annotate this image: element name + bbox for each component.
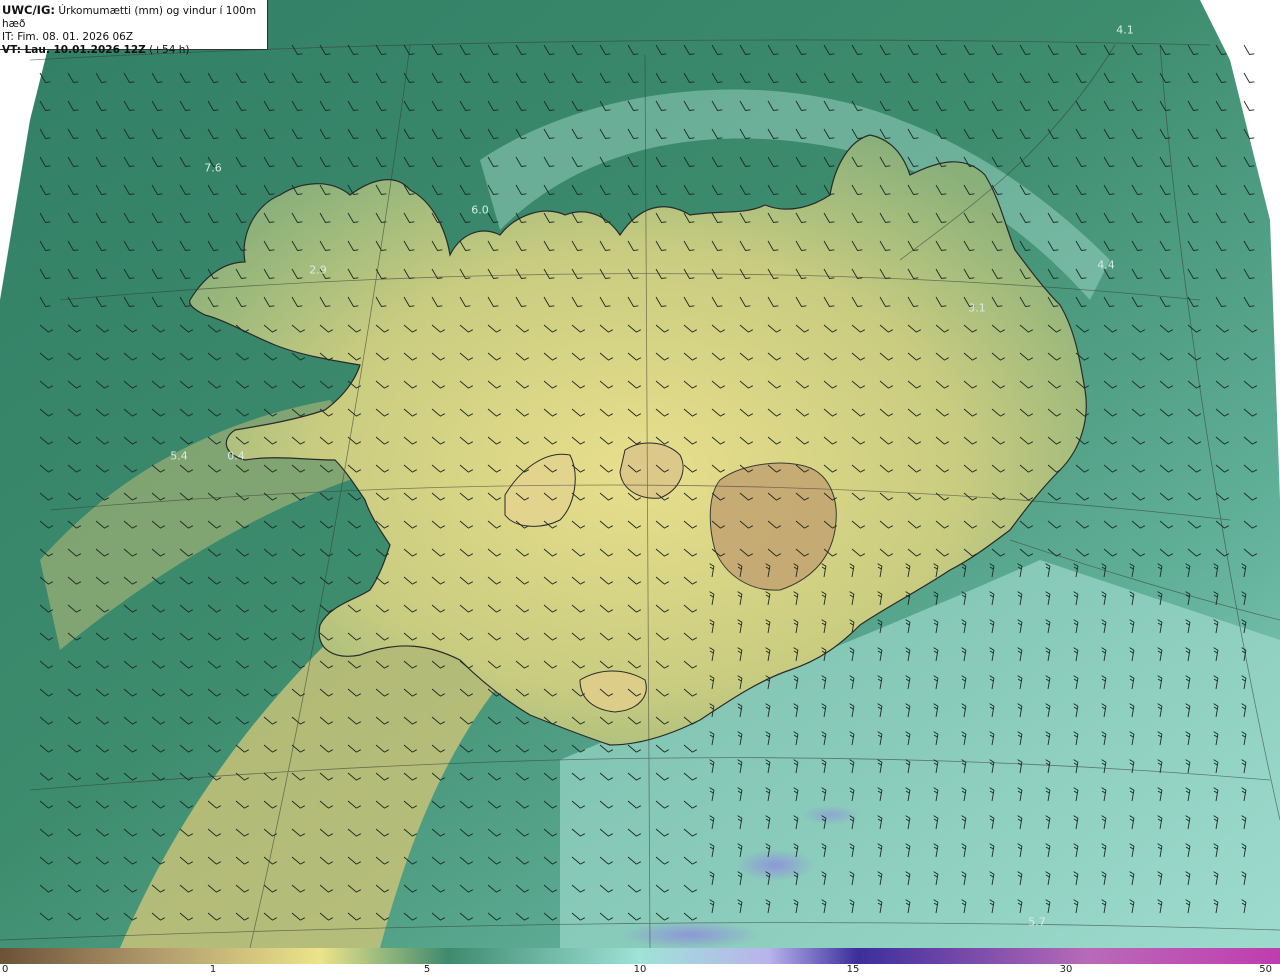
colorbar-tick-label: 1 xyxy=(209,964,217,975)
colorbar-tick-label: 30 xyxy=(1059,964,1073,975)
map-value-label: 4.4 xyxy=(1097,258,1115,272)
map-value-label: 7.6 xyxy=(204,161,222,175)
map-value-label: 4.1 xyxy=(1116,23,1134,37)
header-valid-time: VT: Lau. 10.01.2026 12Z (+54 h) xyxy=(2,44,190,56)
precipitation-map xyxy=(0,0,1280,948)
header-title: UWC/IG: Úrkomumætti (mm) og vindur í 100… xyxy=(2,3,257,31)
precip-max-spot xyxy=(735,849,815,881)
colorbar-labels: 0 1 5 10 15 30 50 xyxy=(0,964,1280,978)
precip-max-spot xyxy=(800,805,860,825)
map-value-label: 3.1 xyxy=(968,301,986,315)
map-value-label: 5.4 xyxy=(170,449,188,463)
colorbar-tick-label: 0 xyxy=(2,964,9,975)
colorbar-gradient xyxy=(0,948,1280,964)
colorbar-tick-label: 50 xyxy=(1259,964,1272,975)
header-init-time: IT: Fim. 08. 01. 2026 06Z xyxy=(2,31,134,43)
colorbar: 0 1 5 10 15 30 50 xyxy=(0,948,1280,978)
map-value-label: 5.7 xyxy=(1028,915,1046,929)
map-value-label: 6.0 xyxy=(471,203,489,217)
map-header: UWC/IG: Úrkomumætti (mm) og vindur í 100… xyxy=(0,0,268,56)
colorbar-tick-label: 10 xyxy=(633,964,647,975)
colorbar-tick-label: 15 xyxy=(846,964,860,975)
map-value-label: 2.9 xyxy=(309,263,327,277)
colorbar-tick-label: 5 xyxy=(423,964,431,975)
map-value-label: 0.4 xyxy=(227,449,245,463)
precip-max-spot xyxy=(620,921,760,948)
